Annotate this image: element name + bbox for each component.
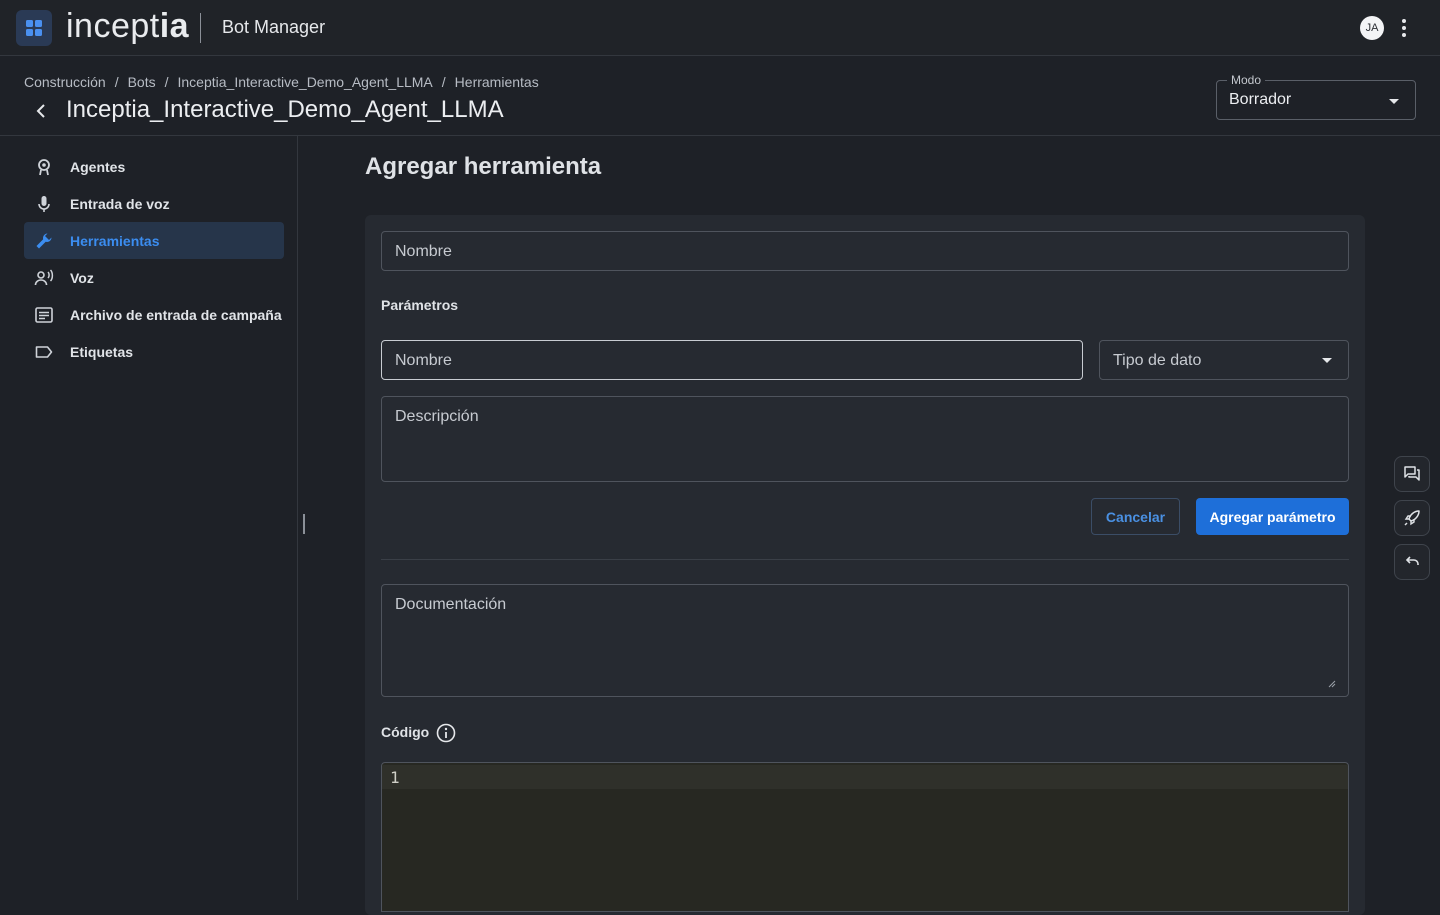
sidebar-item-entrada-de-voz[interactable]: Entrada de voz [24, 185, 284, 222]
textarea-resize-grip-icon[interactable] [1328, 680, 1336, 688]
sidebar-item-herramientas[interactable]: Herramientas [24, 222, 284, 259]
param-name-input[interactable]: Nombre [381, 340, 1083, 380]
dropdown-caret-icon [1389, 99, 1399, 104]
breadcrumb-separator: / [441, 74, 446, 90]
sidebar-item-label: Herramientas [70, 232, 160, 249]
params-label: Parámetros [381, 297, 459, 313]
mode-select-label: Modo [1227, 73, 1266, 87]
page-title: Inceptia_Interactive_Demo_Agent_LLMA [66, 96, 504, 123]
dropdown-caret-icon [1322, 358, 1332, 363]
documentation-placeholder: Documentación [395, 596, 507, 613]
chat-button[interactable] [1394, 456, 1430, 492]
logo-text-bold: ia [159, 7, 190, 45]
apps-grid-icon [26, 20, 42, 36]
param-description-placeholder: Descripción [395, 408, 479, 425]
page-header: Construcción / Bots / Inceptia_Interacti… [0, 56, 1440, 136]
tool-name-placeholder: Nombre [395, 243, 452, 260]
topbar-divider [200, 13, 201, 43]
param-description-input[interactable]: Descripción [381, 396, 1349, 482]
top-app-bar: inceptia Bot Manager JA [0, 0, 1440, 56]
file-list-icon [34, 305, 54, 325]
code-editor[interactable]: 1 [381, 762, 1349, 912]
sidebar-item-label: Entrada de voz [70, 195, 170, 212]
tool-name-input[interactable]: Nombre [381, 231, 1349, 271]
breadcrumb-item-bot[interactable]: Inceptia_Interactive_Demo_Agent_LLMA [178, 74, 433, 90]
form-divider [381, 559, 1349, 560]
breadcrumb-separator: / [114, 74, 119, 90]
line-number: 1 [390, 768, 400, 787]
breadcrumb-item-herramientas: Herramientas [454, 74, 539, 90]
voice-icon [34, 268, 54, 288]
more-vert-icon [1402, 19, 1406, 37]
sidebar-resize-handle[interactable] [303, 514, 305, 534]
breadcrumb-item-construccion[interactable]: Construcción [24, 74, 106, 90]
chevron-left-icon [36, 104, 45, 118]
chat-icon [1404, 466, 1420, 481]
param-type-select[interactable]: Tipo de dato [1099, 340, 1349, 380]
mode-select[interactable]: Modo Borrador [1216, 73, 1416, 120]
wrench-icon [34, 231, 54, 251]
add-parameter-button[interactable]: Agregar parámetro [1196, 498, 1349, 535]
sidebar-item-label: Archivo de entrada de campaña [70, 306, 282, 323]
undo-button[interactable] [1394, 544, 1430, 580]
agent-icon [34, 157, 54, 177]
sidebar-item-label: Voz [70, 269, 94, 286]
apps-grid-button[interactable] [16, 10, 52, 46]
sidebar-item-voz[interactable]: Voz [24, 259, 284, 296]
mode-select-value: Borrador [1229, 91, 1292, 108]
param-name-placeholder: Nombre [395, 352, 452, 369]
more-options-button[interactable] [1396, 16, 1412, 40]
back-button[interactable] [30, 100, 52, 122]
undo-icon [1405, 556, 1419, 565]
documentation-textarea[interactable]: Documentación [381, 584, 1349, 697]
breadcrumb: Construcción / Bots / Inceptia_Interacti… [24, 74, 539, 90]
sidebar-item-label: Agentes [70, 158, 126, 175]
sidebar-item-label: Etiquetas [70, 343, 134, 360]
logo-text-thin: incept [66, 7, 160, 45]
sidebar-item-etiquetas[interactable]: Etiquetas [24, 333, 284, 370]
inceptia-logo[interactable]: inceptia [66, 6, 189, 46]
label-icon [34, 342, 54, 362]
rocket-icon [1404, 510, 1420, 526]
section-title: Agregar herramienta [365, 153, 602, 180]
sidebar-item-agentes[interactable]: Agentes [24, 148, 284, 185]
microphone-icon [34, 194, 54, 214]
cancel-button[interactable]: Cancelar [1091, 498, 1180, 535]
active-code-line [382, 765, 1348, 789]
info-icon[interactable] [436, 723, 456, 743]
sidebar-item-archivo-campana[interactable]: Archivo de entrada de campaña [24, 296, 284, 333]
deploy-button[interactable] [1394, 500, 1430, 536]
param-type-placeholder: Tipo de dato [1113, 352, 1202, 369]
user-avatar[interactable]: JA [1360, 16, 1384, 40]
breadcrumb-separator: / [164, 74, 169, 90]
code-label: Código [381, 724, 430, 740]
breadcrumb-item-bots[interactable]: Bots [128, 74, 156, 90]
sidebar: Agentes Entrada de voz Herramientas Voz … [0, 136, 298, 900]
app-name: Bot Manager [222, 17, 326, 37]
